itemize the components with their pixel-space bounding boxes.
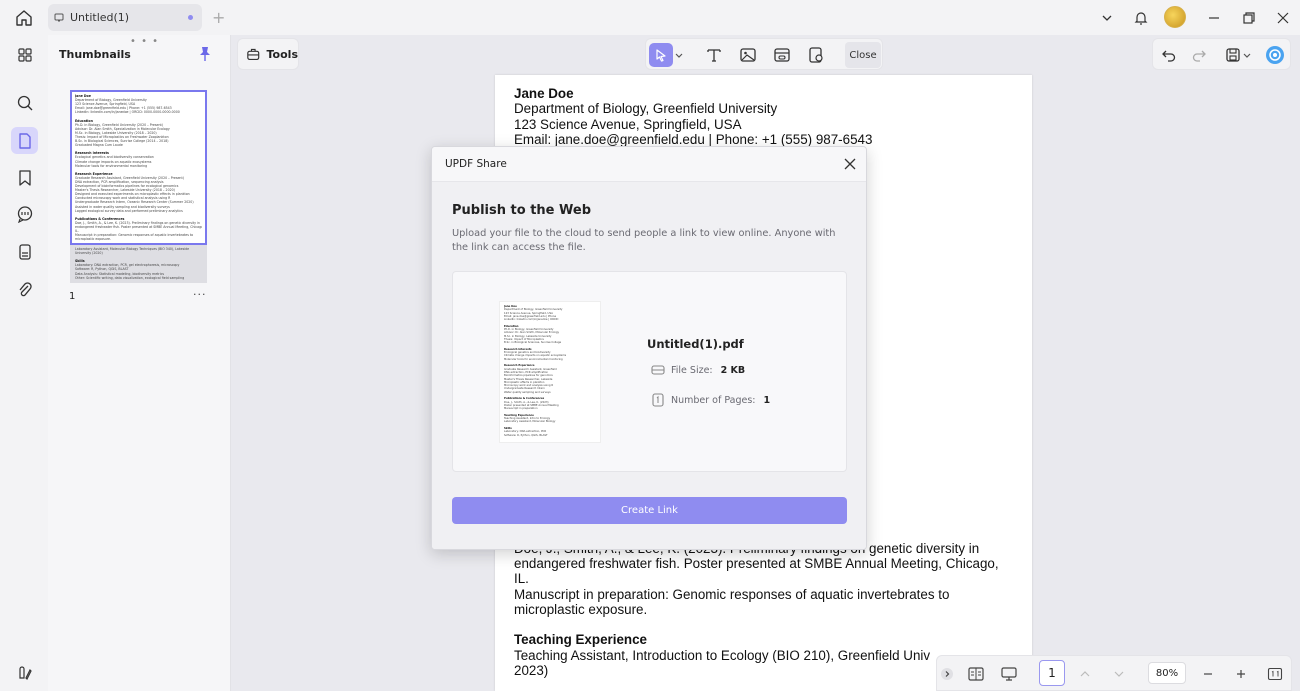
presentation-icon[interactable]: [997, 662, 1021, 686]
close-icon[interactable]: [1271, 6, 1295, 30]
close-edit-button[interactable]: Close: [845, 42, 881, 68]
tools-button[interactable]: Tools: [237, 38, 299, 70]
add-tab-icon[interactable]: +: [212, 8, 225, 27]
unsaved-dot: [188, 15, 193, 20]
attachment-icon[interactable]: [11, 276, 38, 303]
pin-icon[interactable]: [198, 45, 212, 63]
minimize-icon[interactable]: [1202, 6, 1226, 30]
pages-value: 1: [763, 394, 771, 406]
chevron-up-icon[interactable]: [1073, 662, 1097, 686]
page-count-icon: [652, 393, 664, 407]
file-size-value: 2 KB: [720, 364, 746, 376]
page-layout-icon[interactable]: [964, 662, 988, 686]
toolbox-icon: [247, 48, 260, 61]
restore-icon[interactable]: [1237, 6, 1261, 30]
bookmark-icon[interactable]: [11, 164, 38, 191]
image-tool-icon[interactable]: [736, 43, 760, 67]
document-line: IL.: [514, 571, 529, 587]
bell-icon[interactable]: [1129, 6, 1153, 30]
pages-label: Number of Pages:: [671, 394, 756, 406]
thumbnails-icon[interactable]: [11, 41, 38, 68]
document-heading: Jane Doe: [514, 86, 574, 101]
chevron-down-icon[interactable]: [1107, 662, 1131, 686]
chevron-down-icon[interactable]: [1095, 6, 1119, 30]
history-toolbar: [1152, 38, 1291, 70]
drive-icon: [651, 365, 665, 375]
chevron-right-icon[interactable]: [939, 662, 955, 686]
cursor-icon: [656, 49, 666, 62]
bottom-bar: 1 80%: [936, 655, 1292, 691]
document-line: microplastic exposure.: [514, 601, 648, 617]
document-line: 123 Science Avenue, Springfield, USA: [514, 116, 742, 132]
edit-toolbar: Close: [645, 38, 883, 70]
page-number-input[interactable]: 1: [1039, 660, 1065, 686]
share-dialog: UPDF Share Publish to the Web Upload you…: [431, 146, 867, 550]
thumbnail-page-number: 1: [69, 291, 76, 302]
zoom-level[interactable]: 80%: [1148, 662, 1186, 684]
left-rail: [0, 35, 48, 691]
panel-grip[interactable]: • • •: [130, 36, 159, 47]
file-name: Untitled(1).pdf: [647, 337, 744, 351]
zoom-out-icon[interactable]: [1196, 662, 1220, 686]
dialog-header: UPDF Share: [432, 147, 866, 182]
tools-label: Tools: [266, 47, 298, 61]
document-line: endangered freshwater fish. Poster prese…: [514, 556, 999, 572]
chevron-down-icon[interactable]: [1241, 43, 1253, 67]
tab-label: Untitled(1): [70, 11, 130, 24]
dialog-title: UPDF Share: [445, 158, 507, 170]
ai-assistant-icon[interactable]: [1263, 43, 1287, 67]
publish-description: Upload your file to the cloud to send pe…: [452, 228, 836, 253]
document-tab[interactable]: Untitled(1): [48, 4, 202, 31]
document-tab-icon: [54, 13, 64, 21]
publish-heading: Publish to the Web: [452, 203, 592, 218]
file-size-row: File Size: 2 KB: [651, 364, 745, 376]
watermark-tool-icon[interactable]: [804, 43, 828, 67]
redo-icon[interactable]: [1187, 43, 1211, 67]
dialog-body: Publish to the Web Upload your file to t…: [432, 182, 866, 549]
document-line: Manuscript in preparation: Genomic respo…: [514, 586, 950, 602]
avatar[interactable]: [1164, 6, 1186, 28]
page-thumbnail[interactable]: Jane Doe Department of Biology, Greenfie…: [70, 90, 207, 245]
document-line: Email: jane.doe@greenfield.edu | Phone: …: [514, 131, 873, 147]
chevron-down-icon[interactable]: [673, 43, 685, 67]
home-icon[interactable]: [12, 6, 36, 30]
file-size-label: File Size:: [671, 364, 713, 376]
page-count-row: Number of Pages: 1: [651, 393, 770, 407]
document-line: Department of Biology, Greenfield Univer…: [514, 101, 778, 117]
document-heading: Teaching Experience: [514, 632, 647, 648]
thumbnails-title: Thumbnails: [59, 48, 131, 61]
close-icon[interactable]: [843, 156, 859, 172]
thumbnail-overflow: Laboratory Assistant, Molecular Biology …: [70, 245, 207, 283]
select-tool-button[interactable]: [649, 43, 673, 67]
undo-icon[interactable]: [1157, 43, 1181, 67]
search-icon[interactable]: [11, 89, 38, 116]
zoom-in-icon[interactable]: [1229, 662, 1253, 686]
file-preview: Jane Doe Department of Biology, Greenfie…: [499, 301, 601, 443]
link-tool-icon[interactable]: [770, 43, 794, 67]
title-bar: Untitled(1) +: [0, 0, 1300, 35]
fit-page-icon[interactable]: [1263, 662, 1287, 686]
file-card: Jane Doe Department of Biology, Greenfie…: [452, 271, 847, 472]
pages-icon[interactable]: [11, 127, 38, 154]
comment-icon[interactable]: [11, 200, 38, 227]
text-tool-icon[interactable]: [702, 43, 726, 67]
thumbnails-panel: • • • Thumbnails Jane Doe Department of …: [48, 35, 231, 691]
create-link-button[interactable]: Create Link: [452, 497, 847, 524]
stamp-icon[interactable]: [11, 238, 38, 265]
more-icon[interactable]: ···: [193, 288, 207, 301]
edit-sign-icon[interactable]: [11, 659, 38, 686]
